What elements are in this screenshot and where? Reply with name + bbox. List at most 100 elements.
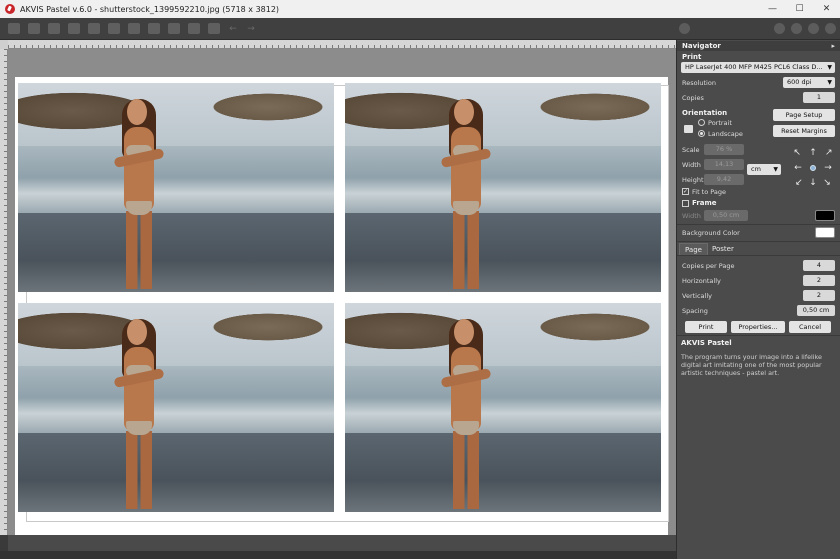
cancel-button[interactable]: Cancel xyxy=(789,321,831,333)
vertically-label: Vertically xyxy=(682,292,712,300)
print-icon[interactable] xyxy=(68,23,80,34)
notifications-icon[interactable] xyxy=(825,23,836,34)
settings-gear-icon[interactable] xyxy=(808,23,819,34)
fit-to-page-label: Fit to Page xyxy=(692,188,727,196)
scale-input[interactable]: 76 % xyxy=(704,144,744,155)
share-icon[interactable] xyxy=(88,23,100,34)
app-logo-icon xyxy=(5,4,15,14)
landscape-label: Landscape xyxy=(708,130,743,138)
expand-chevron-icon[interactable]: ▸ xyxy=(831,41,835,51)
printer-select-value: HP LaserJet 400 MFP M425 PCL6 Class D... xyxy=(685,63,823,71)
toolbar-right-group xyxy=(768,23,836,34)
frame-width-input[interactable]: 0,50 cm xyxy=(704,210,748,221)
portrait-radio[interactable] xyxy=(698,119,705,126)
divider xyxy=(677,255,840,256)
reset-margins-button[interactable]: Reset Margins xyxy=(773,125,835,137)
horizontally-input[interactable]: 2 xyxy=(803,275,835,286)
align-bottom-right-icon[interactable]: ↓ xyxy=(821,176,835,190)
vertically-input[interactable]: 2 xyxy=(803,290,835,301)
divider xyxy=(677,335,840,336)
close-button[interactable]: ✕ xyxy=(813,0,840,18)
printer-select[interactable]: HP LaserJet 400 MFP M425 PCL6 Class D...… xyxy=(681,62,835,73)
alignment-arrows: ↑ ↑ ↑ ← → ↓ ↓ ↓ xyxy=(791,146,835,190)
info-description: The program turns your image into a life… xyxy=(681,353,822,377)
height-input[interactable]: 9,42 xyxy=(704,174,744,185)
title-bar: AKVIS Pastel v.6.0 - shutterstock_139959… xyxy=(0,0,840,18)
brush-icon[interactable] xyxy=(168,23,180,34)
settings-panel: Navigator ▸ Print HP LaserJet 400 MFP M4… xyxy=(676,40,840,559)
align-left-icon[interactable]: ← xyxy=(793,163,803,173)
align-top-icon[interactable]: ↑ xyxy=(808,148,818,158)
align-bottom-left-icon[interactable]: ↓ xyxy=(791,176,805,190)
run-processing-icon[interactable] xyxy=(679,23,690,34)
tab-page[interactable]: Page xyxy=(679,243,708,255)
divider xyxy=(677,241,840,242)
navigator-header[interactable]: Navigator ▸ xyxy=(677,41,840,51)
hand-icon[interactable] xyxy=(208,23,220,34)
page-setup-button[interactable]: Page Setup xyxy=(773,109,835,121)
width-input[interactable]: 14,13 xyxy=(704,159,744,170)
save-file-icon[interactable] xyxy=(28,23,40,34)
eraser-icon[interactable] xyxy=(188,23,200,34)
copies-input[interactable]: 1 xyxy=(803,92,835,103)
before-icon[interactable] xyxy=(108,23,120,34)
orientation-title: Orientation xyxy=(682,109,728,117)
chevron-down-icon: ▼ xyxy=(773,166,778,173)
copies-label: Copies xyxy=(682,94,704,102)
resolution-select-value: 600 dpi xyxy=(787,78,812,86)
page-orientation-icon xyxy=(684,125,693,133)
batch-icon[interactable] xyxy=(48,23,60,34)
print-preview-canvas[interactable] xyxy=(8,49,676,551)
align-top-left-icon[interactable]: ↑ xyxy=(791,146,805,160)
resolution-label: Resolution xyxy=(682,79,716,87)
toolbar: ← → xyxy=(0,18,840,40)
navigator-header-label: Navigator xyxy=(682,42,721,50)
properties-button[interactable]: Properties... xyxy=(731,321,785,333)
print-copy-image xyxy=(18,83,334,292)
align-bottom-icon[interactable]: ↓ xyxy=(808,178,818,188)
status-bar xyxy=(0,551,676,559)
align-right-icon[interactable]: → xyxy=(823,163,833,173)
help-icon[interactable] xyxy=(791,23,802,34)
unit-select[interactable]: cm ▼ xyxy=(747,164,781,175)
copies-per-page-label: Copies per Page xyxy=(682,262,735,270)
frame-color-swatch[interactable] xyxy=(815,210,835,221)
align-top-right-icon[interactable]: ↑ xyxy=(821,146,835,160)
info-icon[interactable] xyxy=(774,23,785,34)
open-file-icon[interactable] xyxy=(8,23,20,34)
tab-poster[interactable]: Poster xyxy=(707,243,739,255)
frame-label: Frame xyxy=(692,199,717,207)
print-copy-image xyxy=(345,303,661,512)
chevron-down-icon: ▼ xyxy=(827,79,832,86)
landscape-radio[interactable] xyxy=(698,130,705,137)
redo-icon[interactable]: → xyxy=(246,23,256,34)
height-label: Height xyxy=(682,176,704,184)
window-title: AKVIS Pastel v.6.0 - shutterstock_139959… xyxy=(20,4,280,14)
undo-icon[interactable]: ← xyxy=(228,23,238,34)
fit-to-page-checkbox[interactable]: ✓ xyxy=(682,188,689,195)
copies-per-page-input[interactable]: 4 xyxy=(803,260,835,271)
horizontally-label: Horizontally xyxy=(682,277,721,285)
print-copy-image xyxy=(345,83,661,292)
unit-select-value: cm xyxy=(751,165,761,173)
ruler-corner xyxy=(0,40,8,49)
background-color-swatch[interactable] xyxy=(815,227,835,238)
horizontal-scrollbar[interactable] xyxy=(8,535,676,551)
background-color-label: Background Color xyxy=(682,229,740,237)
scale-label: Scale xyxy=(682,146,700,154)
width-label: Width xyxy=(682,161,701,169)
after-icon[interactable] xyxy=(128,23,140,34)
print-button[interactable]: Print xyxy=(685,321,727,333)
maximize-button[interactable]: ☐ xyxy=(786,0,813,18)
align-center-icon[interactable] xyxy=(810,165,816,171)
paper-sheet xyxy=(15,77,669,551)
print-copy-image xyxy=(18,303,334,512)
spacing-input[interactable]: 0,50 cm xyxy=(797,305,835,316)
frame-checkbox[interactable] xyxy=(682,200,689,207)
minimize-button[interactable]: — xyxy=(759,0,786,18)
strokes-icon[interactable] xyxy=(148,23,160,34)
portrait-label: Portrait xyxy=(708,119,732,127)
divider xyxy=(677,224,840,225)
resolution-select[interactable]: 600 dpi ▼ xyxy=(783,77,835,88)
vertical-ruler xyxy=(0,49,8,535)
